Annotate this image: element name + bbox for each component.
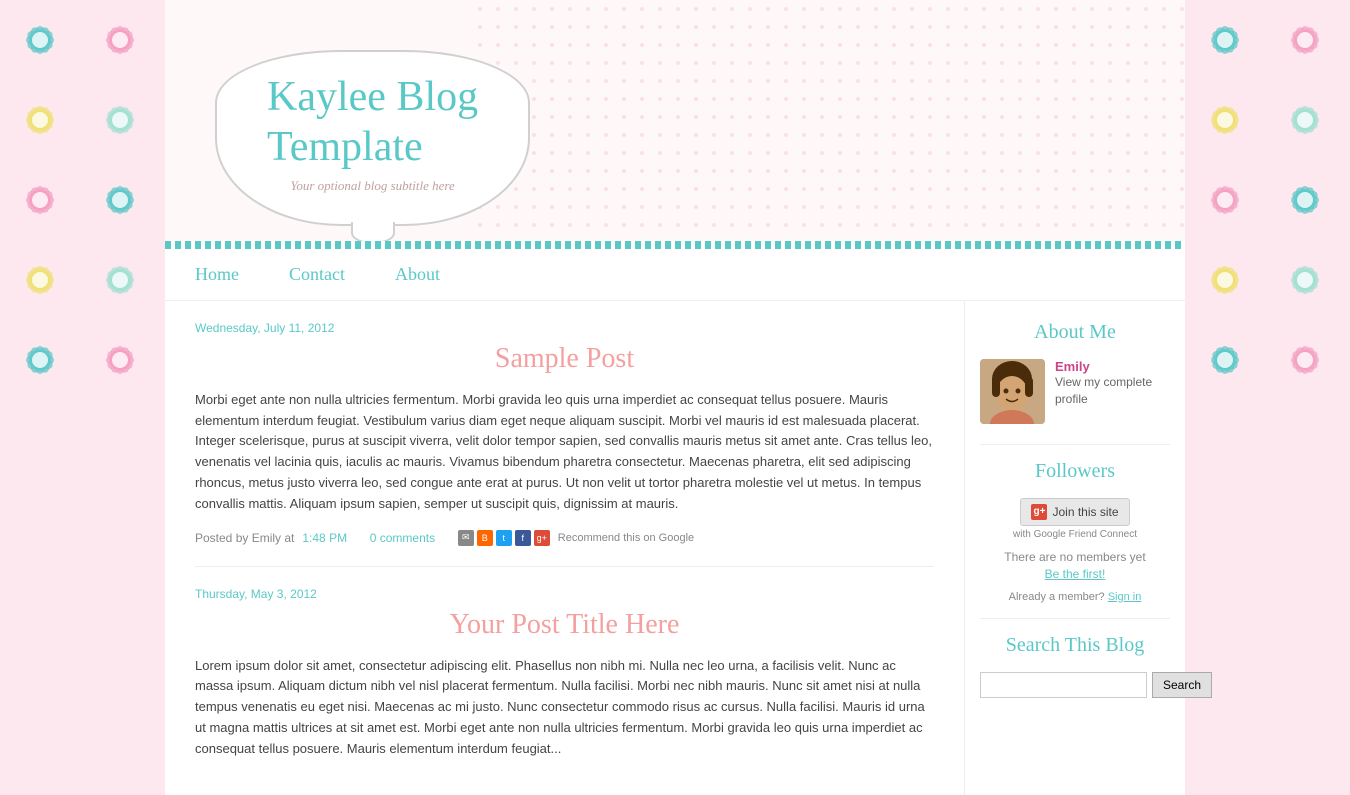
flower-decoration (1185, 80, 1265, 160)
avatar (980, 359, 1045, 424)
sidebar-divider-1 (980, 444, 1170, 445)
post-2-body: Lorem ipsum dolor sit amet, consectetur … (195, 656, 934, 760)
google-connect-text: with Google Friend Connect (980, 529, 1170, 540)
about-me-text: Emily View my complete profile (1055, 359, 1170, 408)
nav-link-about[interactable]: About (395, 264, 440, 284)
header-divider (165, 241, 1185, 249)
sidebar: About Me (965, 301, 1185, 795)
search-button[interactable]: Search (1152, 672, 1212, 698)
about-me-box: Emily View my complete profile (980, 359, 1170, 424)
page-wrapper: Kaylee Blog Template Your optional blog … (0, 0, 1350, 795)
post-1-time[interactable]: 1:48 PM (302, 531, 347, 545)
post-2-date: Thursday, May 3, 2012 (195, 587, 934, 601)
be-first-link[interactable]: Be the first! (980, 567, 1170, 581)
no-members-text: There are no members yet (980, 550, 1170, 564)
main-content-wrapper: Kaylee Blog Template Your optional blog … (165, 0, 1185, 795)
flower-decoration (80, 320, 160, 400)
flower-decoration (1265, 160, 1345, 240)
flower-decoration (1185, 0, 1265, 80)
post-1-date: Wednesday, July 11, 2012 (195, 321, 934, 335)
blog-title-line1: Kaylee Blog (267, 74, 478, 120)
share-blog-icon[interactable]: B (477, 530, 493, 546)
posts-column: Wednesday, July 11, 2012 Sample Post Mor… (165, 301, 965, 795)
post-1-footer: Posted by Emily at 1:48 PM 0 comments ✉ … (195, 530, 934, 546)
flower-decoration (0, 160, 80, 240)
nav-link-contact[interactable]: Contact (289, 264, 345, 284)
gplus-icon: g+ (1031, 504, 1047, 520)
about-me-section: About Me (980, 321, 1170, 424)
flower-decoration (1185, 320, 1265, 400)
already-member-label: Already a member? (1009, 591, 1105, 603)
flower-decoration (1265, 320, 1345, 400)
sidebar-divider-2 (980, 618, 1170, 619)
flower-decoration (0, 240, 80, 320)
search-section: Search This Blog Search (980, 634, 1170, 698)
search-box-row: Search (980, 672, 1170, 698)
nav-item-contact[interactable]: Contact (289, 264, 345, 285)
already-member-text: Already a member? Sign in (980, 591, 1170, 603)
content-area: Wednesday, July 11, 2012 Sample Post Mor… (165, 301, 1185, 795)
nav-link-home[interactable]: Home (195, 264, 239, 284)
flower-decoration (80, 80, 160, 160)
share-email-icon[interactable]: ✉ (458, 530, 474, 546)
join-site-button[interactable]: g+ Join this site (1020, 498, 1129, 526)
share-twitter-icon[interactable]: t (496, 530, 512, 546)
blog-title-line2: Template (267, 124, 423, 170)
main-nav: Home Contact About (165, 249, 1185, 301)
flower-decoration (1185, 240, 1265, 320)
post-1-comments[interactable]: 0 comments (370, 531, 435, 545)
post-divider-1 (195, 566, 934, 567)
flower-decoration (1265, 80, 1345, 160)
join-site-label: Join this site (1052, 505, 1118, 519)
flower-decoration (1265, 240, 1345, 320)
share-facebook-icon[interactable]: f (515, 530, 531, 546)
view-profile-link[interactable]: View my complete profile (1055, 374, 1170, 408)
search-title: Search This Blog (980, 634, 1170, 657)
flower-decoration (0, 80, 80, 160)
flower-decoration (80, 160, 160, 240)
search-input[interactable] (980, 672, 1147, 698)
blog-title-container: Kaylee Blog Template Your optional blog … (215, 50, 530, 226)
blog-post-1: Wednesday, July 11, 2012 Sample Post Mor… (195, 321, 934, 546)
share-icons-1: ✉ B t f g+ (458, 530, 550, 546)
post-1-body: Morbi eget ante non nulla ultricies ferm… (195, 390, 934, 515)
nav-item-about[interactable]: About (395, 264, 440, 285)
followers-title: Followers (980, 460, 1170, 483)
flower-decoration (80, 0, 160, 80)
post-1-byline: Posted by Emily at (195, 531, 294, 545)
blog-post-2: Thursday, May 3, 2012 Your Post Title He… (195, 587, 934, 760)
flower-decoration (80, 240, 160, 320)
flower-decoration (0, 0, 80, 80)
flower-decoration (1265, 0, 1345, 80)
nav-list: Home Contact About (195, 264, 1155, 285)
recommend-text-1: Recommend this on Google (558, 532, 694, 544)
author-name[interactable]: Emily (1055, 359, 1170, 374)
left-flower-column (0, 0, 165, 795)
followers-section: Followers g+ Join this site with Google … (980, 460, 1170, 603)
share-gplus-icon[interactable]: g+ (534, 530, 550, 546)
nav-item-home[interactable]: Home (195, 264, 239, 285)
flower-decoration (1185, 160, 1265, 240)
site-header: Kaylee Blog Template Your optional blog … (165, 0, 1185, 241)
blog-subtitle: Your optional blog subtitle here (267, 178, 478, 194)
flower-decoration (0, 320, 80, 400)
blog-title: Kaylee Blog Template (267, 72, 478, 173)
post-1-title: Sample Post (195, 343, 934, 375)
post-2-title: Your Post Title Here (195, 609, 934, 641)
about-me-title: About Me (980, 321, 1170, 344)
sign-in-link[interactable]: Sign in (1108, 591, 1142, 603)
